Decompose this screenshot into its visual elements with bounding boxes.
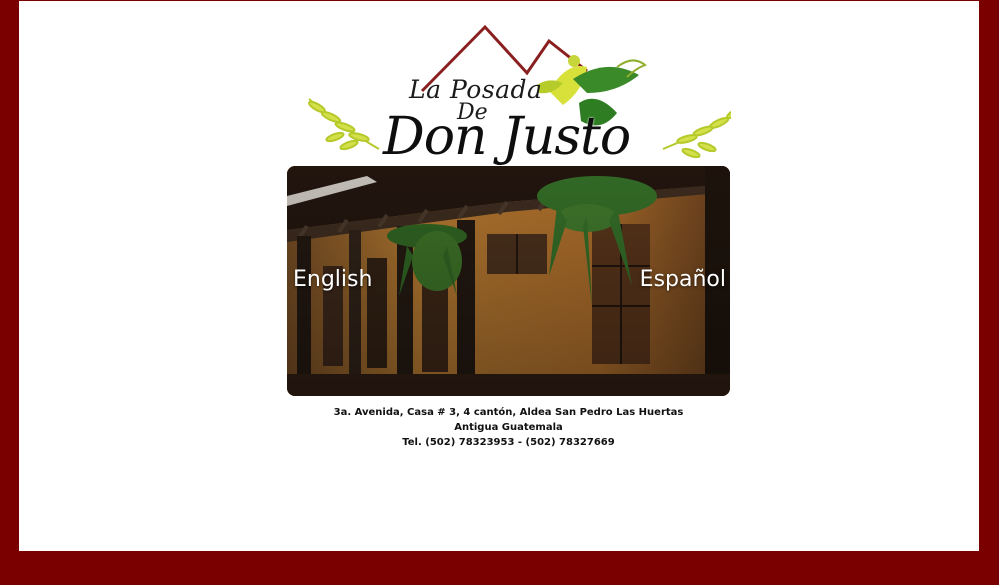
page-container: La Posada De Don Justo English Español 3… [19, 1, 979, 551]
hotel-photo: English Español [287, 166, 730, 396]
contact-info: 3a. Avenida, Casa # 3, 4 cantón, Aldea S… [287, 405, 730, 450]
city-line: Antigua Guatemala [454, 422, 563, 433]
logo: La Posada De Don Justo [287, 21, 748, 171]
phone-line: Tel. (502) 78323953 - (502) 78327669 [402, 437, 615, 448]
right-leaf-branch-icon [662, 106, 748, 159]
english-link[interactable]: English [293, 267, 372, 292]
logo-text-don-justo: Don Justo [383, 107, 631, 167]
left-leaf-branch-icon [308, 98, 380, 151]
address-line: 3a. Avenida, Casa # 3, 4 cantón, Aldea S… [333, 407, 684, 418]
spanish-link[interactable]: Español [640, 267, 726, 292]
